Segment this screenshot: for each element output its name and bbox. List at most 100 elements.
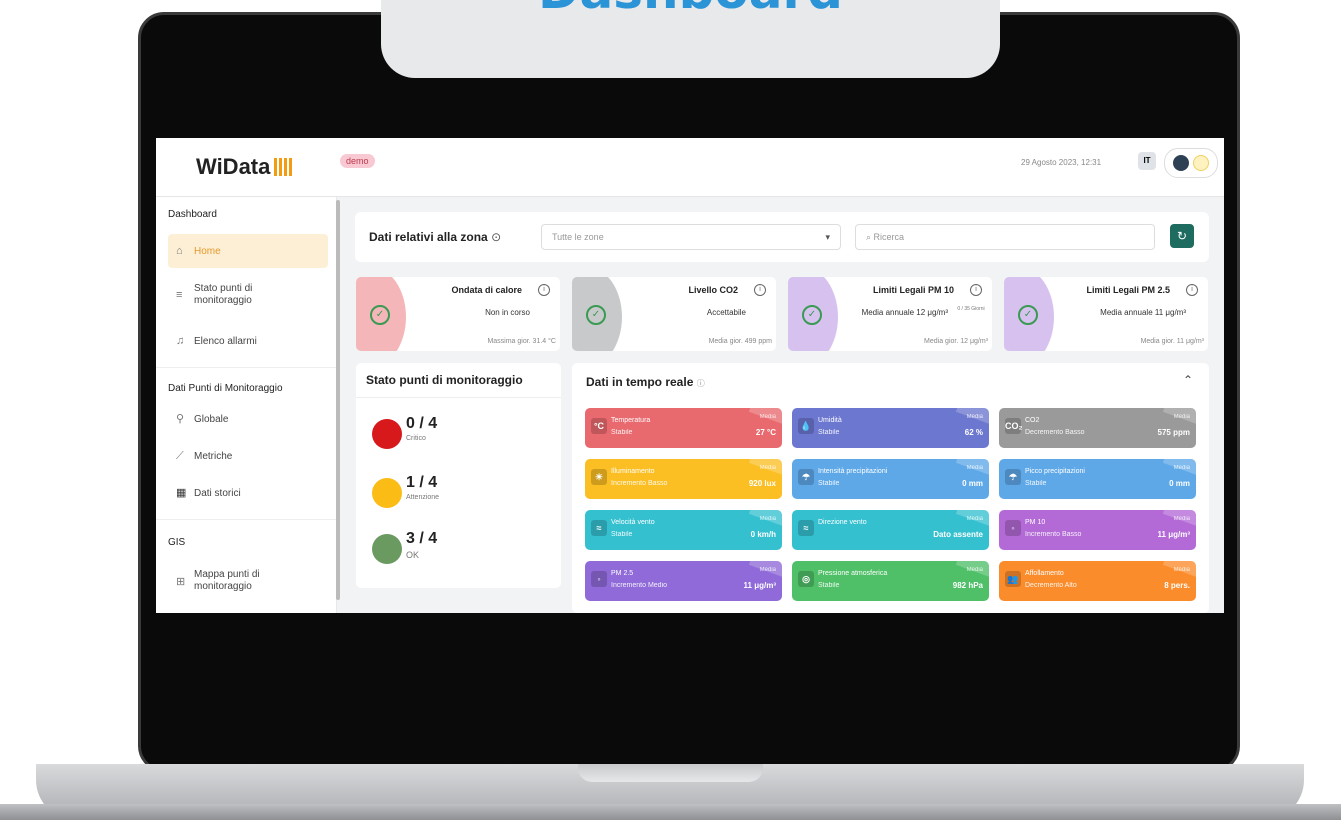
global-icon: ⚲	[176, 413, 185, 425]
home-icon: ⌂	[176, 245, 183, 257]
kpi-card-ondata[interactable]: ✓ Ondata di calore i Non in corso Massim…	[356, 277, 560, 351]
refresh-button[interactable]: ↻	[1170, 224, 1194, 248]
status-icon: ≡	[176, 289, 183, 301]
location-pin-icon: ⊙	[491, 230, 502, 244]
sidebar-item-mappa[interactable]: ⊞ Mappa punti di monitoraggio	[168, 569, 328, 595]
info-icon[interactable]: i	[538, 284, 550, 296]
kpi-footer: Media gior. 11 μg/m³	[1140, 338, 1204, 345]
sidebar-scrollbar[interactable]	[336, 200, 340, 600]
bell-icon: ♫	[176, 335, 185, 347]
logo-bars-icon	[274, 158, 293, 176]
kpi-extra: 0 / 35 Giorni	[957, 306, 985, 312]
metric-name: Pressione atmosferica	[818, 570, 888, 577]
metric-icon: ☂	[1005, 469, 1021, 485]
metric-status: Stabile	[611, 429, 633, 436]
zone-select-value: Tutte le zone	[552, 232, 604, 242]
metric-media-label: Media	[1173, 414, 1190, 420]
kpi-title: Limiti Legali PM 10	[872, 285, 954, 295]
kpi-card-pm25[interactable]: ✓ Limiti Legali PM 2.5 i Media annuale 1…	[1004, 277, 1208, 351]
sidebar-divider	[156, 519, 336, 520]
metric-tile[interactable]: CO₂ CO2 Decremento Basso Media 575 ppm	[999, 408, 1196, 448]
stato-count: 1 / 4	[406, 474, 438, 491]
info-icon[interactable]: i	[970, 284, 982, 296]
metric-icon: ◦	[591, 571, 607, 587]
metric-icon: ◦	[1005, 520, 1021, 536]
map-icon: ⊞	[176, 576, 186, 588]
metric-icon: ☀	[591, 469, 607, 485]
sidebar-item-stato[interactable]: ≡ Stato punti di monitoraggio	[168, 283, 328, 309]
metric-tile[interactable]: ☂ Intensità precipitazioni Stabile Media 0 m…	[792, 459, 989, 499]
stato-label: Attenzione	[406, 494, 440, 501]
sidebar-item-label: Home	[194, 246, 221, 257]
sidebar-item-label: Mappa punti di monitoraggio	[194, 569, 260, 592]
metric-tile[interactable]: °C Temperatura Stabile Media 27 °C	[585, 408, 782, 448]
metric-status: Incremento Basso	[611, 480, 668, 487]
sidebar: Dashboard ⌂ Home ≡ Stato punti di monitora…	[156, 197, 337, 613]
stato-count: 3 / 4	[406, 530, 438, 547]
metric-tile[interactable]: ◎ Pressione atmosferica Stabile Media 982 hP…	[792, 561, 989, 601]
metric-value: 575 ppm	[1157, 428, 1190, 437]
kpi-card-co2[interactable]: ✓ Livello CO2 i Accettabile Media gior. …	[572, 277, 776, 351]
stato-title: Stato punti di monitoraggio	[366, 373, 523, 387]
info-icon[interactable]: i	[1186, 284, 1198, 296]
metric-tile[interactable]: 👥 Affollamento Decremento Alto Media 8 pers.	[999, 561, 1196, 601]
metric-media-label: Media	[759, 567, 776, 573]
metric-tile[interactable]: ◦ PM 2.5 Incremento Medio Media 11 μg/m³	[585, 561, 782, 601]
sidebar-item-label: Globale	[194, 414, 229, 425]
metric-media-label: Media	[759, 414, 776, 420]
metric-tile[interactable]: ≈ Direzione vento Media Dato assente	[792, 510, 989, 550]
metric-status: Stabile	[818, 480, 840, 487]
metric-status: Incremento Basso	[1025, 531, 1082, 538]
stato-card: Stato punti di monitoraggio 0 / 4 Critico…	[356, 363, 561, 588]
kpi-value: Media annuale 12 μg/m³	[861, 308, 948, 317]
search-input[interactable]: ⌕ Ricerca	[855, 224, 1155, 250]
language-button[interactable]: IT	[1138, 152, 1156, 170]
metric-media-label: Media	[759, 465, 776, 471]
status-dot	[372, 478, 402, 508]
metric-media-label: Media	[1173, 465, 1190, 471]
kpi-title: Limiti Legali PM 2.5	[1086, 285, 1170, 295]
metric-media-label: Media	[1173, 516, 1190, 522]
collapse-chevron-icon[interactable]: ⌃	[1183, 373, 1193, 387]
sidebar-divider	[156, 367, 336, 368]
app-screen: WiData demo 29 Agosto 2023, 12:31 IT Das…	[156, 138, 1224, 613]
metric-icon: ≈	[591, 520, 607, 536]
check-icon: ✓	[586, 305, 606, 325]
metric-tile[interactable]: ☂ Picco precipitazioni Stabile Media 0 mm	[999, 459, 1196, 499]
metric-tile[interactable]: ≈ Velocità vento Stabile Media 0 km/h	[585, 510, 782, 550]
zone-label: Dati relativi alla zona ⊙	[369, 230, 501, 244]
metric-name: PM 2.5	[611, 570, 634, 577]
zone-select[interactable]: Tutte le zone ▾	[541, 224, 841, 250]
metric-tile[interactable]: ◦ PM 10 Incremento Basso Media 11 μg/m³	[999, 510, 1196, 550]
info-icon[interactable]: i	[754, 284, 766, 296]
sidebar-section-dati: Dati Punti di Monitoraggio	[168, 383, 283, 394]
logo[interactable]: WiData	[196, 154, 293, 180]
metric-status: Stabile	[611, 531, 633, 538]
chevron-down-icon: ▾	[825, 232, 830, 242]
kpi-value: Accettabile	[706, 308, 746, 317]
metric-status: Stabile	[818, 582, 840, 589]
metric-status: Stabile	[1025, 480, 1047, 487]
divider	[356, 397, 561, 398]
sidebar-item-storici[interactable]: ▦ Dati storici	[168, 485, 328, 501]
search-placeholder: Ricerca	[873, 232, 905, 242]
check-icon: ✓	[1018, 305, 1038, 325]
kpi-card-pm10[interactable]: ✓ Limiti Legali PM 10 i Media annuale 12…	[788, 277, 992, 351]
info-icon[interactable]: ⓘ	[697, 379, 705, 388]
kpi-title: Livello CO2	[688, 285, 738, 295]
user-menu-button[interactable]	[1164, 148, 1218, 178]
metric-name: Umidità	[818, 417, 842, 424]
sidebar-item-home[interactable]: ⌂ Home	[168, 234, 328, 268]
metric-tile[interactable]: 💧 Umidità Stabile Media 62 %	[792, 408, 989, 448]
metric-value: 11 μg/m³	[743, 581, 776, 590]
kpi-footer: Massima gior. 31.4 °C	[487, 338, 556, 345]
sidebar-item-metriche[interactable]: ⟋ Metriche	[168, 448, 328, 464]
refresh-icon: ↻	[1176, 229, 1188, 243]
metric-icon: ≈	[798, 520, 814, 536]
sidebar-item-globale[interactable]: ⚲ Globale	[168, 411, 328, 427]
metric-media-label: Media	[966, 465, 983, 471]
check-icon: ✓	[370, 305, 390, 325]
laptop-notch	[578, 764, 763, 782]
sidebar-item-allarmi[interactable]: ♫ Elenco allarmi	[168, 333, 328, 349]
metric-tile[interactable]: ☀ Illuminamento Incremento Basso Media 920 l…	[585, 459, 782, 499]
